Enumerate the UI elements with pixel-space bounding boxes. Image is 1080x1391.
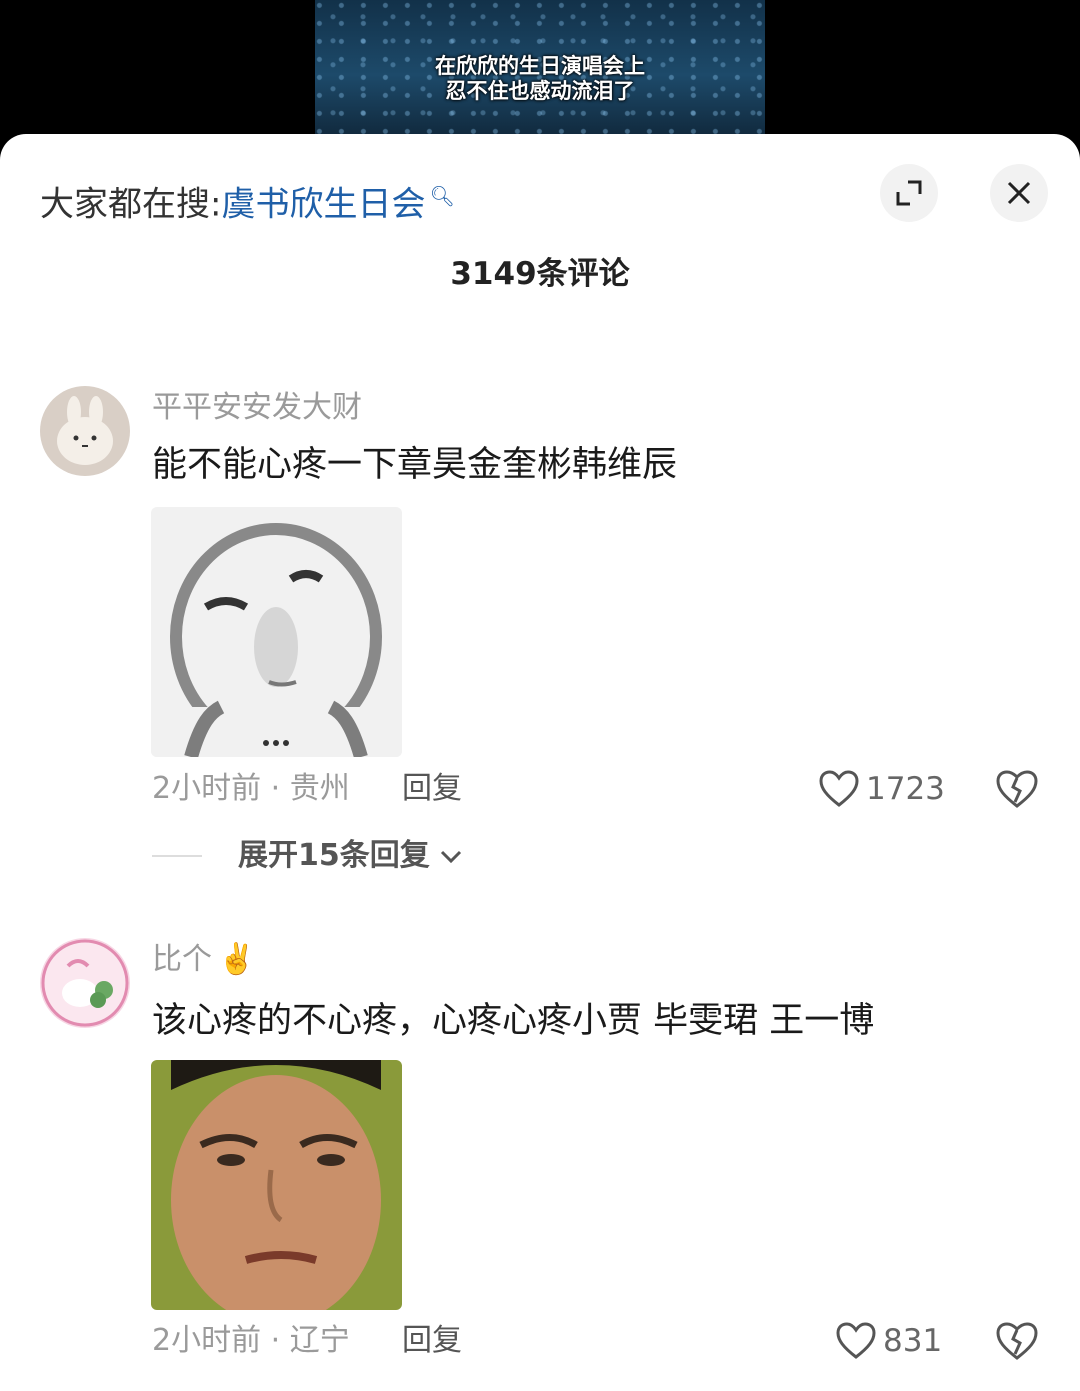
comment-image[interactable]	[151, 507, 402, 757]
like-button[interactable]: 831	[835, 1321, 942, 1361]
reply-button[interactable]: 回复	[402, 769, 462, 809]
comment-text: 能不能心疼一下章昊金奎彬韩维辰	[152, 445, 678, 485]
chevron-down-icon	[440, 850, 461, 864]
comment-username[interactable]: 比个 ✌️	[152, 940, 255, 980]
expand-replies-label: 展开15条回复	[238, 838, 430, 873]
broken-heart-icon[interactable]	[995, 1321, 1039, 1361]
video-player[interactable]: 在欣欣的生日演唱会上 忍不住也感动流泪了	[315, 0, 765, 150]
broken-heart-icon[interactable]	[995, 769, 1039, 809]
reply-button[interactable]: 回复	[402, 1321, 462, 1361]
heart-icon	[819, 770, 859, 807]
like-button[interactable]: 1723	[818, 769, 945, 809]
close-icon	[1007, 181, 1031, 205]
comment-time-location: 2小时前 · 辽宁	[152, 1323, 350, 1358]
expand-button[interactable]	[880, 164, 938, 222]
comment-text: 该心疼的不心疼，心疼心疼小贾 毕雯珺 王一博	[152, 1001, 875, 1041]
comment-username-text: 比个	[152, 942, 212, 977]
video-caption: 在欣欣的生日演唱会上 忍不住也感动流泪了	[315, 54, 765, 104]
search-prefix: 大家都在搜:	[40, 184, 222, 225]
close-button[interactable]	[990, 164, 1048, 222]
comment-sheet: 大家都在搜:虞书欣生日会 🔍︎ 3149条评论 平平安安发大财 能不能心疼一下章…	[0, 134, 1080, 1391]
comment-count: 3149条评论	[450, 256, 630, 292]
comment-username[interactable]: 平平安安发大财	[152, 388, 362, 428]
comment-image[interactable]	[151, 1060, 402, 1310]
search-term-link[interactable]: 虞书欣生日会	[221, 184, 425, 224]
like-count: 831	[883, 1323, 943, 1359]
victory-hand-emoji: ✌️	[218, 942, 256, 977]
video-caption-line2: 忍不住也感动流泪了	[445, 79, 635, 103]
trending-search[interactable]: 大家都在搜:虞书欣生日会 🔍︎	[40, 174, 455, 224]
avatar[interactable]	[40, 938, 130, 1028]
comment-time-location: 2小时前 · 贵州	[152, 771, 350, 806]
like-count: 1723	[866, 771, 945, 807]
expand-replies-button[interactable]: 展开15条回复	[152, 836, 464, 876]
expand-divider	[152, 855, 202, 857]
heart-icon	[836, 1322, 876, 1359]
expand-icon	[896, 180, 922, 206]
search-icon: 🔍︎	[429, 184, 455, 208]
avatar[interactable]	[40, 386, 130, 476]
video-caption-line1: 在欣欣的生日演唱会上	[435, 54, 645, 78]
